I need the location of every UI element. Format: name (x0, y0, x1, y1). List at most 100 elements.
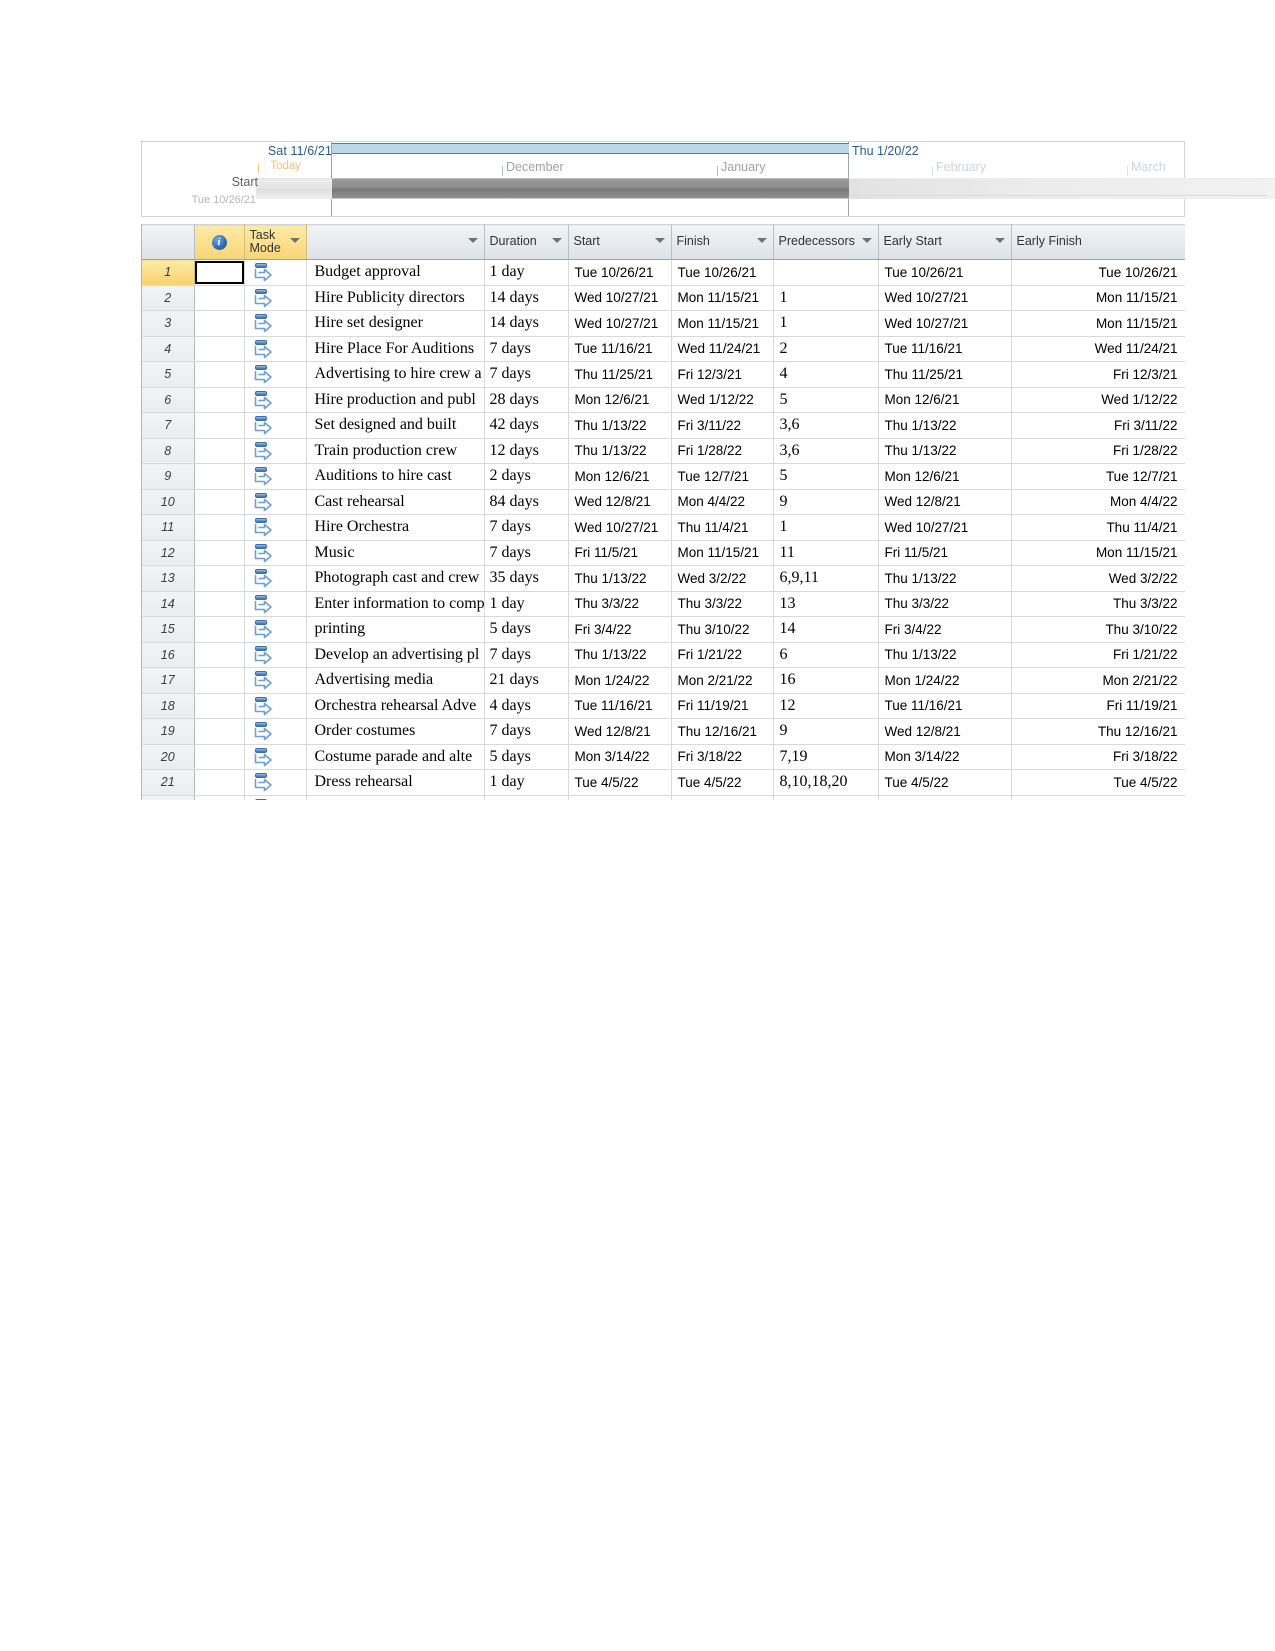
predecessors-cell[interactable]: 9 (773, 718, 879, 745)
predecessors-cell[interactable]: 12 (773, 693, 879, 719)
finish-date-cell[interactable]: Thu 3/3/22 (671, 591, 774, 617)
indicator-cell[interactable] (194, 285, 245, 311)
early-finish-cell[interactable]: Tue 4/19/22 (1011, 795, 1185, 800)
predecessors-cell[interactable]: 2 (773, 336, 879, 362)
indicator-cell[interactable] (194, 387, 245, 413)
start-date-cell[interactable]: Mon 3/14/22 (568, 744, 672, 770)
table-row[interactable]: 2 Hire Publicity directors 14 days Wed 10/2… (142, 285, 1185, 311)
duration-cell[interactable]: 7 days (484, 642, 569, 668)
early-finish-cell[interactable]: Thu 3/10/22 (1011, 616, 1185, 643)
start-date-cell[interactable]: Fri 11/5/21 (568, 540, 672, 566)
duration-cell[interactable]: 5 days (484, 616, 569, 643)
early-start-cell[interactable]: Thu 11/25/21 (878, 361, 1012, 388)
duration-cell[interactable]: 84 days (484, 489, 569, 515)
table-row[interactable]: 3 Hire set designer 14 days Wed 10/27/21 Mon… (142, 310, 1185, 337)
finish-date-cell[interactable]: Tue 10/26/21 (671, 259, 774, 286)
task-mode-cell[interactable] (244, 718, 307, 745)
early-finish-cell[interactable]: Mon 4/4/22 (1011, 489, 1185, 515)
predecessors-cell[interactable]: 3,6 (773, 438, 879, 464)
duration-cell[interactable]: 21 days (484, 667, 569, 694)
early-start-cell[interactable]: Fri 11/5/21 (878, 540, 1012, 566)
manually-scheduled-icon[interactable] (251, 543, 273, 563)
task-name-cell[interactable]: Photograph cast and crew (306, 565, 485, 592)
finish-date-cell[interactable]: Wed 3/2/22 (671, 565, 774, 592)
task-name-cell[interactable]: Music (306, 540, 485, 566)
start-date-cell[interactable]: Thu 1/13/22 (568, 412, 672, 439)
start-date-cell[interactable]: Wed 10/27/21 (568, 285, 672, 311)
row-id-cell[interactable]: 7 (142, 412, 195, 439)
indicator-cell[interactable] (194, 744, 245, 770)
predecessors-cell[interactable] (773, 259, 879, 286)
manually-scheduled-icon[interactable] (251, 364, 273, 384)
manually-scheduled-icon[interactable] (251, 262, 273, 282)
start-date-cell[interactable]: Thu 1/13/22 (568, 438, 672, 464)
column-header-indicators[interactable]: i (194, 224, 245, 260)
table-row[interactable]: 17 Advertising media 21 days Mon 1/24/22 Mon… (142, 667, 1185, 694)
task-name-cell[interactable]: Develop an advertising pl (306, 642, 485, 668)
table-row[interactable]: 19 Order costumes 7 days Wed 12/8/21 Thu 12/… (142, 718, 1185, 745)
table-row[interactable]: 18 Orchestra rehearsal Adve 4 days Tue 11/1… (142, 693, 1185, 719)
early-start-cell[interactable]: Mon 1/24/22 (878, 667, 1012, 694)
indicator-cell[interactable] (194, 336, 245, 362)
task-name-cell[interactable]: Advertising media (306, 667, 485, 694)
indicator-cell[interactable] (194, 412, 245, 439)
chevron-down-icon[interactable] (551, 238, 562, 243)
duration-cell[interactable]: 1 day (484, 591, 569, 617)
finish-date-cell[interactable]: Tue 4/5/22 (671, 769, 774, 796)
finish-date-cell[interactable]: Fri 1/21/22 (671, 642, 774, 668)
manually-scheduled-icon[interactable] (251, 313, 273, 333)
task-name-cell[interactable]: Hire Publicity directors (306, 285, 485, 311)
manually-scheduled-icon[interactable] (251, 441, 273, 461)
row-id-cell[interactable]: 19 (142, 718, 195, 745)
row-id-cell[interactable]: 14 (142, 591, 195, 617)
task-name-cell[interactable]: Hire set designer (306, 310, 485, 337)
table-row[interactable]: 13 Photograph cast and crew 35 days Thu 1/1… (142, 565, 1185, 592)
table-row[interactable]: 15 printing 5 days Fri 3/4/22 Thu 3/10/22 14 F… (142, 616, 1185, 643)
task-mode-cell[interactable] (244, 565, 307, 592)
row-id-cell[interactable]: 17 (142, 667, 195, 694)
finish-date-cell[interactable]: Mon 4/4/22 (671, 489, 774, 515)
early-start-cell[interactable]: Wed 10/27/21 (878, 514, 1012, 541)
duration-cell[interactable]: 10 days (484, 795, 569, 800)
duration-cell[interactable]: 5 days (484, 744, 569, 770)
manually-scheduled-icon[interactable] (251, 696, 273, 716)
column-header-start[interactable]: Start (568, 224, 672, 260)
early-finish-cell[interactable]: Thu 12/16/21 (1011, 718, 1185, 745)
manually-scheduled-icon[interactable] (251, 390, 273, 410)
timeline-pan-zone-strip[interactable] (332, 143, 849, 154)
early-start-cell[interactable]: Tue 10/26/21 (878, 259, 1012, 286)
finish-date-cell[interactable]: Fri 1/28/22 (671, 438, 774, 464)
task-mode-cell[interactable] (244, 769, 307, 796)
task-mode-cell[interactable] (244, 514, 307, 541)
column-header-pred[interactable]: Predecessors (773, 224, 879, 260)
table-row[interactable]: 5 Advertising to hire crew a7 days Thu 11/… (142, 361, 1185, 388)
finish-date-cell[interactable]: Mon 2/21/22 (671, 667, 774, 694)
early-finish-cell[interactable]: Tue 4/5/22 (1011, 769, 1185, 796)
duration-cell[interactable]: 7 days (484, 540, 569, 566)
predecessors-cell[interactable]: 16 (773, 667, 879, 694)
task-name-cell[interactable]: Costume parade and alte (306, 744, 485, 770)
indicator-cell[interactable] (194, 642, 245, 668)
manually-scheduled-icon[interactable] (251, 645, 273, 665)
task-mode-cell[interactable] (244, 387, 307, 413)
duration-cell[interactable]: 7 days (484, 514, 569, 541)
predecessors-cell[interactable]: 7,19 (773, 744, 879, 770)
column-header-estart[interactable]: Early Start (878, 224, 1012, 260)
row-id-cell[interactable]: 1 (142, 259, 195, 286)
early-start-cell[interactable]: Wed 10/27/21 (878, 285, 1012, 311)
manually-scheduled-icon[interactable] (251, 492, 273, 512)
predecessors-cell[interactable]: 5 (773, 463, 879, 490)
task-mode-cell[interactable] (244, 336, 307, 362)
manually-scheduled-icon[interactable] (251, 568, 273, 588)
manually-scheduled-icon[interactable] (251, 721, 273, 741)
entry-table[interactable]: i Task Mode Duration Start Finish Predecessor… (141, 224, 1185, 800)
task-mode-cell[interactable] (244, 285, 307, 311)
duration-cell[interactable]: 7 days (484, 336, 569, 362)
task-name-cell[interactable]: Hire Place For Auditions (306, 336, 485, 362)
early-start-cell[interactable]: Thu 3/3/22 (878, 591, 1012, 617)
duration-cell[interactable]: 14 days (484, 310, 569, 337)
early-start-cell[interactable]: Mon 12/6/21 (878, 387, 1012, 413)
predecessors-cell[interactable]: 1 (773, 310, 879, 337)
early-start-cell[interactable]: Wed 4/6/22 (878, 795, 1012, 800)
column-header-efinish[interactable]: Early Finish (1011, 224, 1185, 260)
